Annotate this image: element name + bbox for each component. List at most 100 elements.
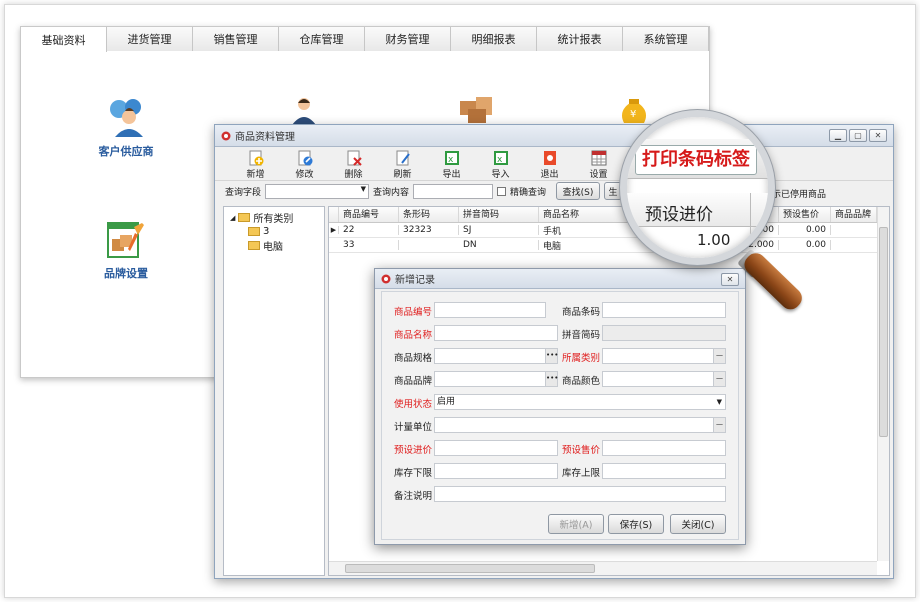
- label-stock-min: 库存下限: [394, 468, 433, 479]
- label-color: 商品颜色: [562, 376, 601, 387]
- color-input[interactable]: —: [602, 371, 726, 387]
- close-button[interactable]: ✕: [869, 129, 887, 142]
- dialog-form: 商品编号 商品条码 商品名称 拼音简码 商品规格 ••• 所属类别 — 商品品牌…: [381, 291, 739, 540]
- stock-max-input[interactable]: [602, 463, 726, 479]
- folder-icon: [248, 227, 260, 236]
- close-dialog-button[interactable]: 关闭(C): [670, 514, 726, 534]
- toolbar-label: 新增: [246, 170, 265, 180]
- ellipsis-button[interactable]: •••: [545, 372, 558, 386]
- price-input[interactable]: [602, 440, 726, 456]
- toolbar-refresh-button[interactable]: 刷新: [378, 147, 427, 180]
- cell-barcode: 32323: [399, 225, 459, 235]
- table-header: 商品编号 条形码 拼音简码 商品名称 预设售价 商品品牌: [329, 207, 889, 223]
- query-content-input[interactable]: [413, 183, 494, 199]
- maximize-button[interactable]: ▢: [849, 129, 867, 142]
- scroll-thumb[interactable]: [879, 227, 888, 437]
- query-field-label: 查询字段: [225, 187, 262, 198]
- column-header[interactable]: 商品编号: [339, 207, 399, 222]
- tree-node-label: 电脑: [263, 242, 283, 253]
- toolbar-exit-button[interactable]: 退出: [525, 147, 574, 180]
- ellipsis-button[interactable]: —: [713, 349, 725, 363]
- dialog-titlebar[interactable]: 新增记录 ✕: [375, 269, 745, 289]
- spec-input[interactable]: •••: [434, 348, 558, 364]
- product-window-titlebar[interactable]: 商品资料管理 ▁ ▢ ✕: [215, 125, 893, 147]
- exact-search-checkbox[interactable]: [497, 186, 507, 196]
- label-category: 所属类别: [562, 353, 601, 364]
- module-label: 品牌设置: [104, 267, 148, 280]
- ellipsis-button[interactable]: —: [713, 418, 725, 432]
- goods-box-icon: [460, 97, 492, 123]
- dialog-close-button[interactable]: ✕: [721, 273, 739, 286]
- app-logo-icon: [381, 274, 391, 283]
- code-input[interactable]: [434, 302, 546, 318]
- unit-input[interactable]: —: [434, 417, 726, 433]
- column-header[interactable]: 拼音简码: [459, 207, 539, 222]
- refresh-icon: [395, 150, 411, 166]
- settings-icon: [591, 150, 607, 166]
- column-header[interactable]: 商品品牌: [831, 207, 877, 222]
- toolbar-label: 修改: [295, 170, 314, 180]
- toolbar-delete-button[interactable]: 删除: [329, 147, 378, 180]
- minimize-button[interactable]: ▁: [829, 129, 847, 142]
- tab-sales[interactable]: 销售管理: [193, 27, 279, 51]
- tab-basic-data[interactable]: 基础资料: [21, 27, 107, 52]
- category-tree: ◢ 所有类别 3 电脑: [223, 206, 325, 576]
- toolbar-edit-button[interactable]: 修改: [280, 147, 329, 180]
- stock-min-input[interactable]: [434, 463, 558, 479]
- table-row[interactable]: 33 DN 电脑 12.000 0.00: [329, 238, 889, 253]
- ellipsis-button[interactable]: —: [713, 372, 725, 386]
- remark-input[interactable]: [434, 486, 726, 502]
- toolbar-label: 导入: [491, 170, 510, 180]
- tree-node[interactable]: 电脑: [224, 237, 324, 253]
- cell-id: 22: [339, 225, 399, 235]
- module-employee[interactable]: [259, 95, 349, 125]
- ellipsis-button[interactable]: •••: [545, 349, 558, 363]
- table-row[interactable]: ▶ 22 32323 SJ 手机 10.000 0.00: [329, 223, 889, 238]
- exact-search-label: 精确查询: [510, 187, 547, 198]
- horizontal-scrollbar[interactable]: [329, 561, 877, 575]
- tab-purchase[interactable]: 进货管理: [107, 27, 193, 51]
- status-select[interactable]: 启用 ▼: [434, 394, 726, 410]
- tab-system[interactable]: 系统管理: [623, 27, 709, 51]
- toolbar-export-button[interactable]: x 导出: [427, 147, 476, 180]
- label-stock-max: 库存上限: [562, 468, 601, 479]
- tab-finance[interactable]: 财务管理: [365, 27, 451, 51]
- toolbar-add-button[interactable]: 新增: [231, 147, 280, 180]
- cost-input[interactable]: [434, 440, 558, 456]
- category-input[interactable]: —: [602, 348, 726, 364]
- module-label: 客户供应商: [98, 145, 154, 158]
- save-button[interactable]: 保存(S): [608, 514, 664, 534]
- export-icon: x: [444, 150, 460, 166]
- label-unit: 计量单位: [394, 422, 433, 433]
- search-button[interactable]: 查找(S): [556, 182, 601, 200]
- name-input[interactable]: [434, 325, 558, 341]
- tab-detail-report[interactable]: 明细报表: [451, 27, 537, 51]
- toolbar-settings-button[interactable]: 设置: [574, 147, 623, 180]
- brand-input[interactable]: •••: [434, 371, 558, 387]
- pinyin-input[interactable]: [602, 325, 726, 341]
- cell-price: 0.00: [779, 240, 831, 250]
- module-goods[interactable]: [431, 97, 521, 123]
- tree-root-label: 所有类别: [253, 214, 294, 225]
- column-header[interactable]: 条形码: [399, 207, 459, 222]
- toolbar-import-button[interactable]: x 导入: [476, 147, 525, 180]
- query-field-select[interactable]: ▼: [265, 183, 370, 199]
- tab-stat-report[interactable]: 统计报表: [537, 27, 623, 51]
- column-divider: [750, 193, 751, 253]
- svg-text:x: x: [497, 155, 503, 165]
- barcode-input[interactable]: [602, 302, 726, 318]
- module-customer-supplier[interactable]: 客户供应商: [81, 95, 171, 159]
- tab-warehouse[interactable]: 仓库管理: [279, 27, 365, 51]
- add-button[interactable]: 新增(A): [548, 514, 604, 534]
- scroll-thumb[interactable]: [345, 564, 595, 573]
- tree-root[interactable]: ◢ 所有类别: [224, 207, 324, 225]
- module-brand-settings[interactable]: 品牌设置: [81, 219, 171, 281]
- vertical-scrollbar[interactable]: [877, 207, 889, 561]
- tree-node[interactable]: 3: [224, 225, 324, 237]
- customer-supplier-icon: [110, 99, 143, 137]
- column-header[interactable]: 预设售价: [779, 207, 831, 222]
- toolbar-label: 删除: [344, 170, 363, 180]
- print-barcode-label-button[interactable]: 打印条码标签: [635, 145, 757, 175]
- dialog-title: 新增记录: [395, 275, 435, 286]
- new-record-dialog: 新增记录 ✕ 商品编号 商品条码 商品名称 拼音简码 商品规格 ••• 所属类别…: [374, 268, 746, 545]
